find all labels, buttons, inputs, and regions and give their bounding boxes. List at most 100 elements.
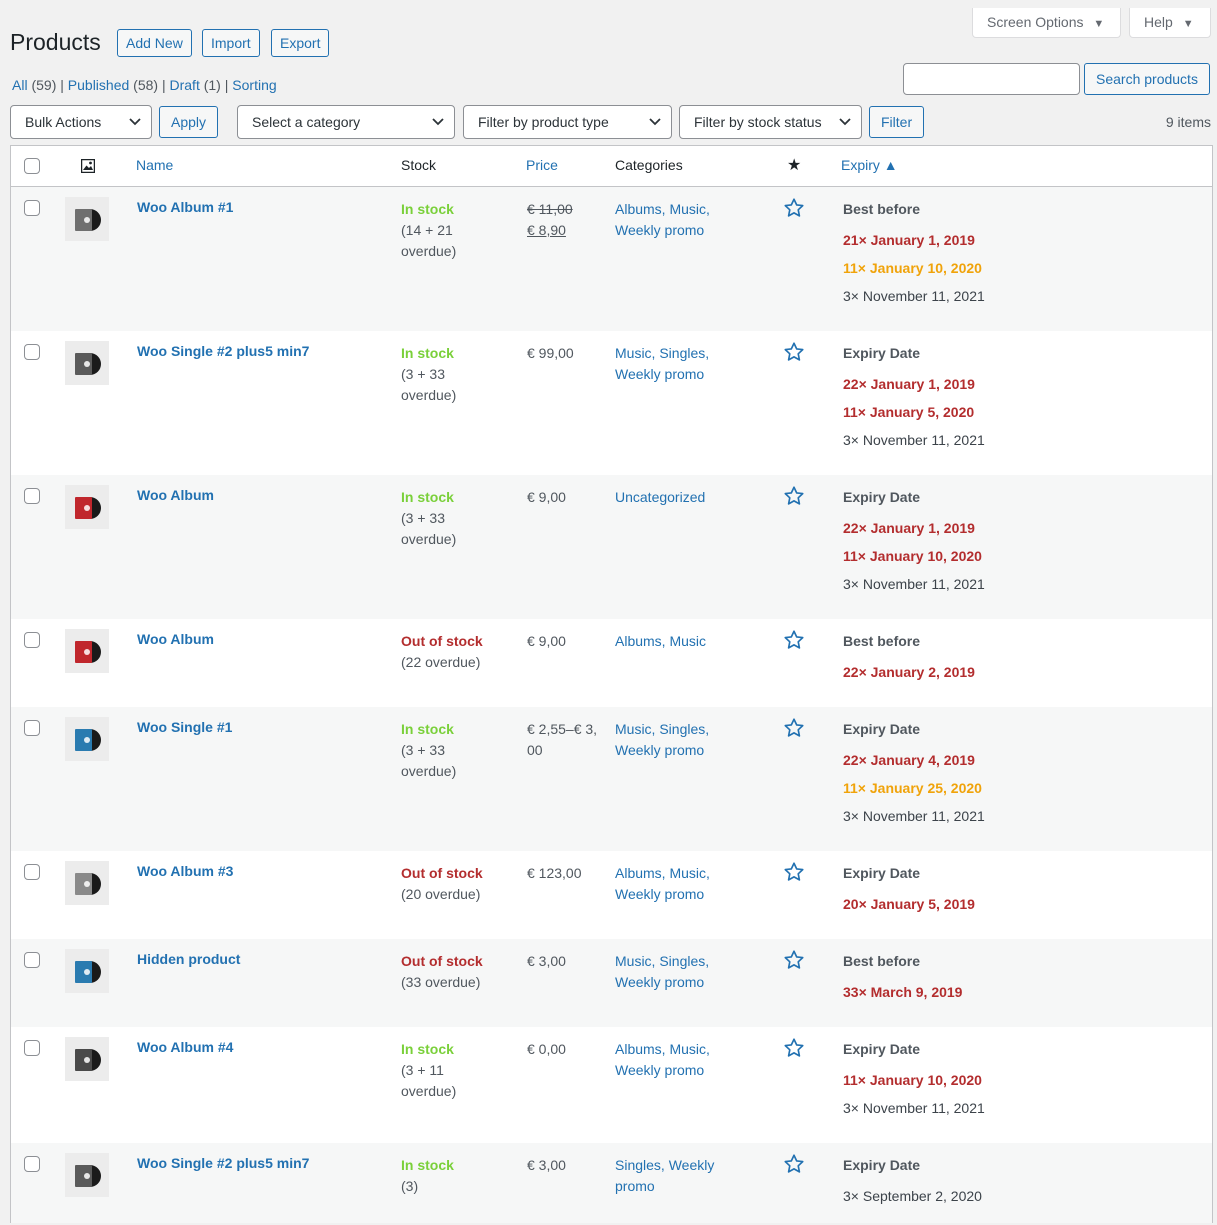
view-published-count: (58) xyxy=(133,77,159,93)
row-checkbox[interactable] xyxy=(24,632,40,648)
row-checkbox[interactable] xyxy=(24,1040,40,1056)
filter-button[interactable]: Filter xyxy=(869,106,925,138)
expiry-label: Expiry Date xyxy=(843,1041,921,1057)
product-thumbnail[interactable] xyxy=(65,341,109,385)
bulk-actions-select[interactable]: Bulk Actions xyxy=(10,105,152,139)
featured-star-icon[interactable] xyxy=(783,629,805,654)
product-thumbnail[interactable] xyxy=(65,1037,109,1081)
price-cell: € 99,00 xyxy=(527,343,601,364)
view-sorting-link[interactable]: Sorting xyxy=(232,77,276,93)
categories-links[interactable]: Albums, Music, Weekly promo xyxy=(615,863,725,905)
expiry-cell: Expiry Date 3× September 2, 2020 xyxy=(843,1155,1203,1210)
categories-links[interactable]: Music, Singles, Weekly promo xyxy=(615,951,725,993)
categories-links[interactable]: Singles, Weekly promo xyxy=(615,1155,725,1197)
chevron-down-icon xyxy=(129,118,141,126)
stock-status: Out of stock xyxy=(401,865,483,881)
product-thumbnail[interactable] xyxy=(65,197,109,241)
view-published-link[interactable]: Published xyxy=(68,77,130,93)
expiry-date: 11× January 10, 2020 xyxy=(843,548,982,564)
row-checkbox[interactable] xyxy=(24,720,40,736)
price-value: € 99,00 xyxy=(527,345,574,361)
column-price-sort[interactable]: Price xyxy=(526,157,558,173)
column-name-sort[interactable]: Name xyxy=(136,157,173,173)
product-thumbnail[interactable] xyxy=(65,717,109,761)
product-type-select[interactable]: Filter by product type xyxy=(463,105,672,139)
select-all-checkbox[interactable] xyxy=(24,158,40,174)
featured-star-icon[interactable] xyxy=(783,1153,805,1178)
column-expiry-sort[interactable]: Expiry ▲ xyxy=(841,157,898,173)
table-row: Woo Album #1 In stock (14 + 21 overdue) € 1… xyxy=(11,187,1212,331)
categories-links[interactable]: Albums, Music, Weekly promo xyxy=(615,199,725,241)
product-name-link[interactable]: Woo Album #4 xyxy=(137,1039,233,1055)
product-name-link[interactable]: Woo Album #3 xyxy=(137,863,233,879)
album-cover-icon xyxy=(65,629,109,673)
price-cell: € 11,00 € 8,90 xyxy=(527,199,601,241)
stock-detail: (3 + 11 overdue) xyxy=(401,1062,457,1099)
categories-links[interactable]: Music, Singles, Weekly promo xyxy=(615,719,725,761)
product-name-link[interactable]: Woo Album #1 xyxy=(137,199,233,215)
export-button[interactable]: Export xyxy=(271,29,330,57)
featured-star-icon[interactable] xyxy=(783,717,805,742)
view-draft-link[interactable]: Draft xyxy=(170,77,200,93)
category-select[interactable]: Select a category xyxy=(237,105,455,139)
stock-cell: In stock (3 + 33 overdue) xyxy=(401,719,491,782)
categories-links[interactable]: Music, Singles, Weekly promo xyxy=(615,343,725,385)
screen-options-tab[interactable]: Screen Options ▼ xyxy=(972,8,1121,38)
stock-status: Out of stock xyxy=(401,633,483,649)
items-count: 9 items xyxy=(1165,114,1211,130)
featured-star-icon[interactable] xyxy=(783,1037,805,1062)
product-name-link[interactable]: Hidden product xyxy=(137,951,240,967)
product-thumbnail[interactable] xyxy=(65,1153,109,1197)
import-button[interactable]: Import xyxy=(202,29,260,57)
product-name-link[interactable]: Woo Single #1 xyxy=(137,719,232,735)
row-checkbox[interactable] xyxy=(24,952,40,968)
view-all-count: (59) xyxy=(31,77,57,93)
expiry-cell: Best before 22× January 2, 2019 xyxy=(843,631,1203,686)
apply-button[interactable]: Apply xyxy=(159,106,219,138)
price-regular: € 11,00 xyxy=(527,201,573,217)
categories-links[interactable]: Albums, Music xyxy=(615,631,725,652)
price-value: € 0,00 xyxy=(527,1041,566,1057)
product-thumbnail[interactable] xyxy=(65,949,109,993)
categories-links[interactable]: Albums, Music, Weekly promo xyxy=(615,1039,725,1081)
price-cell: € 123,00 xyxy=(527,863,601,884)
search-products-button[interactable]: Search products xyxy=(1084,63,1210,95)
featured-star-icon[interactable] xyxy=(783,341,805,366)
expiry-date: 33× March 9, 2019 xyxy=(843,984,963,1000)
categories-links[interactable]: Uncategorized xyxy=(615,487,725,508)
stock-cell: Out of stock (22 overdue) xyxy=(401,631,491,673)
featured-star-icon[interactable] xyxy=(783,197,805,222)
row-checkbox[interactable] xyxy=(24,344,40,360)
add-new-button[interactable]: Add New xyxy=(117,29,192,57)
product-thumbnail[interactable] xyxy=(65,861,109,905)
featured-star-icon[interactable] xyxy=(783,485,805,510)
expiry-label: Expiry Date xyxy=(843,489,921,505)
stock-status-select[interactable]: Filter by stock status xyxy=(679,105,862,139)
product-name-link[interactable]: Woo Single #2 plus5 min7 xyxy=(137,1155,309,1171)
chevron-down-icon xyxy=(432,118,444,126)
expiry-date: 3× November 11, 2021 xyxy=(843,432,985,448)
table-row: Woo Single #2 plus5 min7 In stock (3 + 33 … xyxy=(11,331,1212,475)
row-checkbox[interactable] xyxy=(24,1156,40,1172)
product-thumbnail[interactable] xyxy=(65,629,109,673)
product-name-link[interactable]: Woo Album xyxy=(137,487,214,503)
product-thumbnail[interactable] xyxy=(65,485,109,529)
product-name-link[interactable]: Woo Album xyxy=(137,631,214,647)
help-tab[interactable]: Help ▼ xyxy=(1129,8,1211,38)
row-checkbox[interactable] xyxy=(24,488,40,504)
row-checkbox[interactable] xyxy=(24,864,40,880)
expiry-date: 3× November 11, 2021 xyxy=(843,808,985,824)
price-cell: € 3,00 xyxy=(527,1155,601,1176)
separator: | xyxy=(161,77,170,93)
bulk-actions-value: Bulk Actions xyxy=(25,114,102,130)
search-input[interactable] xyxy=(903,63,1080,95)
price-value: € 123,00 xyxy=(527,865,582,881)
row-checkbox[interactable] xyxy=(24,200,40,216)
price-cell: € 2,55–€ 3,00 xyxy=(527,719,601,761)
product-name-link[interactable]: Woo Single #2 plus5 min7 xyxy=(137,343,309,359)
column-categories: Categories xyxy=(615,157,683,173)
view-all-link[interactable]: All xyxy=(12,77,28,93)
featured-star-icon[interactable] xyxy=(783,949,805,974)
image-icon xyxy=(81,159,95,173)
featured-star-icon[interactable] xyxy=(783,861,805,886)
